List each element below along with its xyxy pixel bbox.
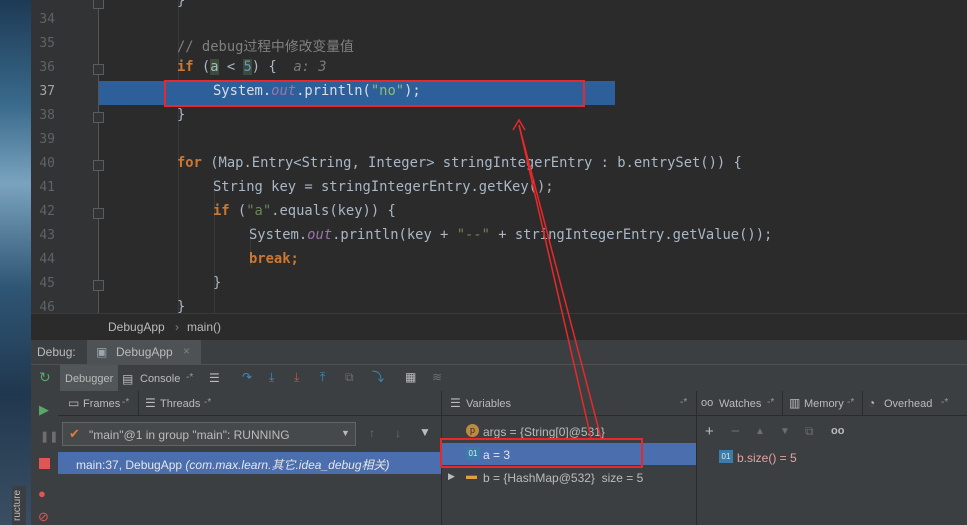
annotation-arrow [512,118,602,439]
